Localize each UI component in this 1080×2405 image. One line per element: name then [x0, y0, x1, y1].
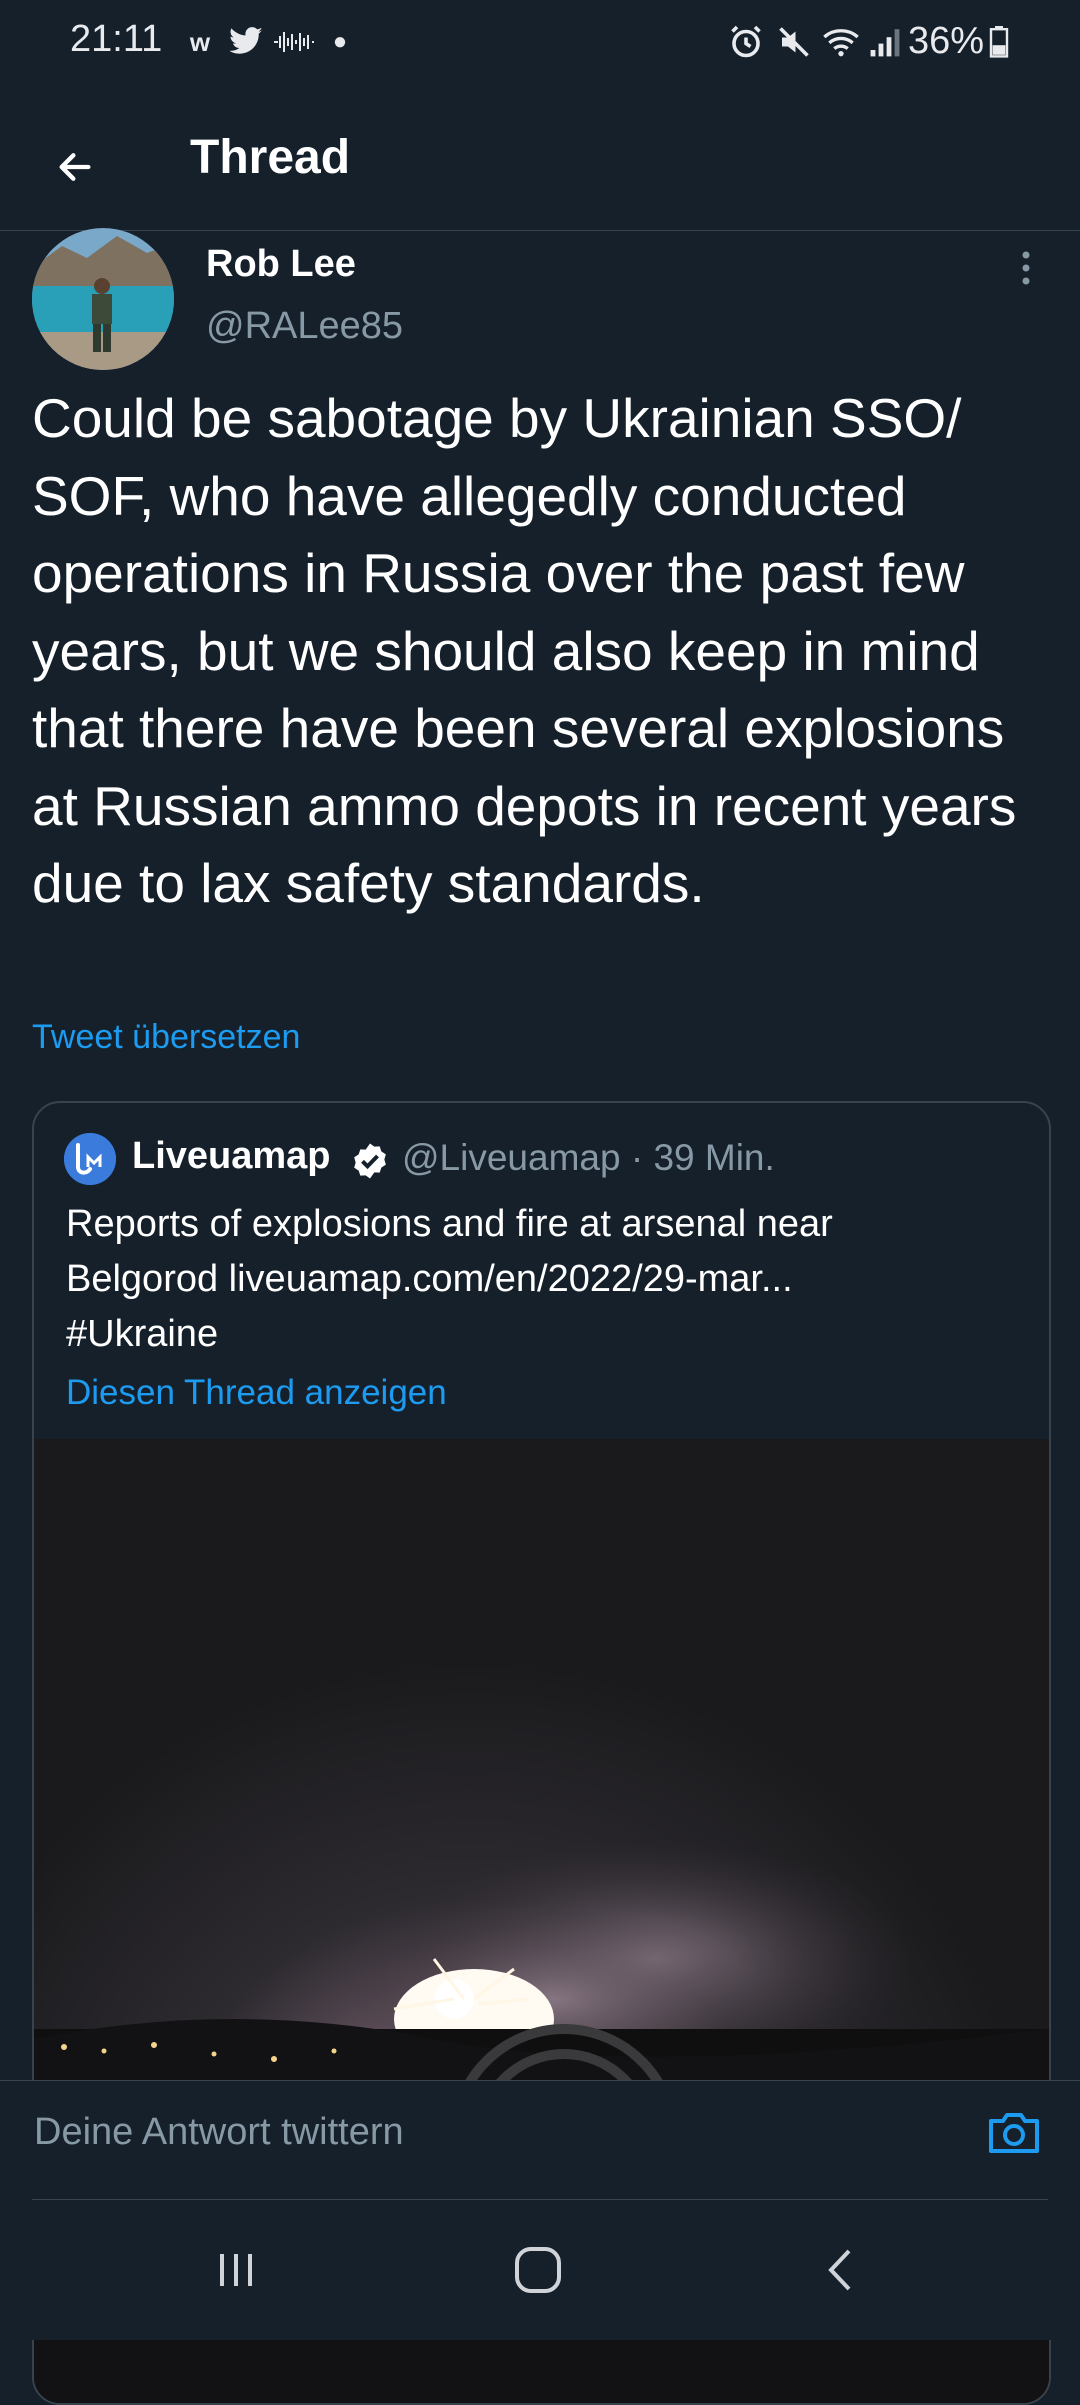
more-options-button[interactable] — [1004, 246, 1048, 290]
arrow-left-icon — [59, 153, 91, 181]
reply-input[interactable] — [32, 2101, 936, 2163]
signal-icon — [866, 22, 904, 62]
author-avatar[interactable] — [32, 228, 174, 370]
verified-badge-icon — [350, 1141, 390, 1181]
mute-icon — [772, 22, 816, 62]
back-button[interactable] — [40, 132, 110, 202]
wifi-icon — [818, 22, 864, 62]
dot-icon: ● — [332, 28, 348, 55]
page-title: Thread — [190, 131, 351, 184]
battery-level: 36% — [908, 20, 985, 62]
quoted-author-avatar — [64, 1133, 116, 1185]
reply-bar — [0, 2080, 1080, 2201]
translate-tweet-link[interactable]: Tweet übersetzen — [32, 1018, 300, 1057]
quoted-author-name: Liveuamap — [132, 1135, 331, 1177]
recent-apps-button[interactable] — [186, 2230, 286, 2310]
camera-button[interactable] — [984, 2103, 1044, 2163]
status-time: 21:11 — [70, 18, 163, 60]
tweet-text: Could be sabotage by Ukrainian SSO/ SOF,… — [32, 387, 1017, 914]
camera-icon — [989, 2113, 1039, 2153]
status-bar: 21:11 w ● 36% — [0, 0, 1080, 90]
header: Thread — [0, 90, 1080, 231]
battery-icon — [986, 22, 1012, 62]
author-handle[interactable]: @RALee85 — [206, 305, 403, 348]
twitter-icon — [224, 22, 268, 62]
chevron-left-icon — [828, 2249, 851, 2291]
recent-apps-icon — [220, 2254, 252, 2286]
quoted-author-handle: @Liveuamap — [402, 1137, 621, 1178]
home-icon — [515, 2247, 561, 2293]
w-icon: w — [189, 26, 211, 57]
author-name[interactable]: Rob Lee — [206, 243, 356, 286]
liveuamap-logo-icon — [64, 1133, 116, 1185]
quoted-text-line: Belgorod liveuamap.com/en/2022/29-mar... — [66, 1258, 793, 1300]
quoted-text-line: Reports of explosions and fire at arsena… — [66, 1203, 833, 1245]
system-back-button[interactable] — [790, 2230, 890, 2310]
quoted-tweet-time: · 39 Min. — [630, 1137, 775, 1178]
home-button[interactable] — [488, 2230, 588, 2310]
waveform-icon — [272, 22, 316, 62]
quoted-author-handle-time: @Liveuamap · 39 Min. — [402, 1137, 775, 1179]
quoted-text-hashtag: #Ukraine — [66, 1313, 219, 1355]
alarm-icon — [724, 22, 768, 62]
more-vertical-icon — [1022, 251, 1030, 285]
show-thread-link[interactable]: Diesen Thread anzeigen — [66, 1373, 447, 1413]
quoted-tweet-text: Reports of explosions and fire at arsena… — [66, 1197, 1026, 1362]
system-nav-bar — [0, 2200, 1080, 2340]
